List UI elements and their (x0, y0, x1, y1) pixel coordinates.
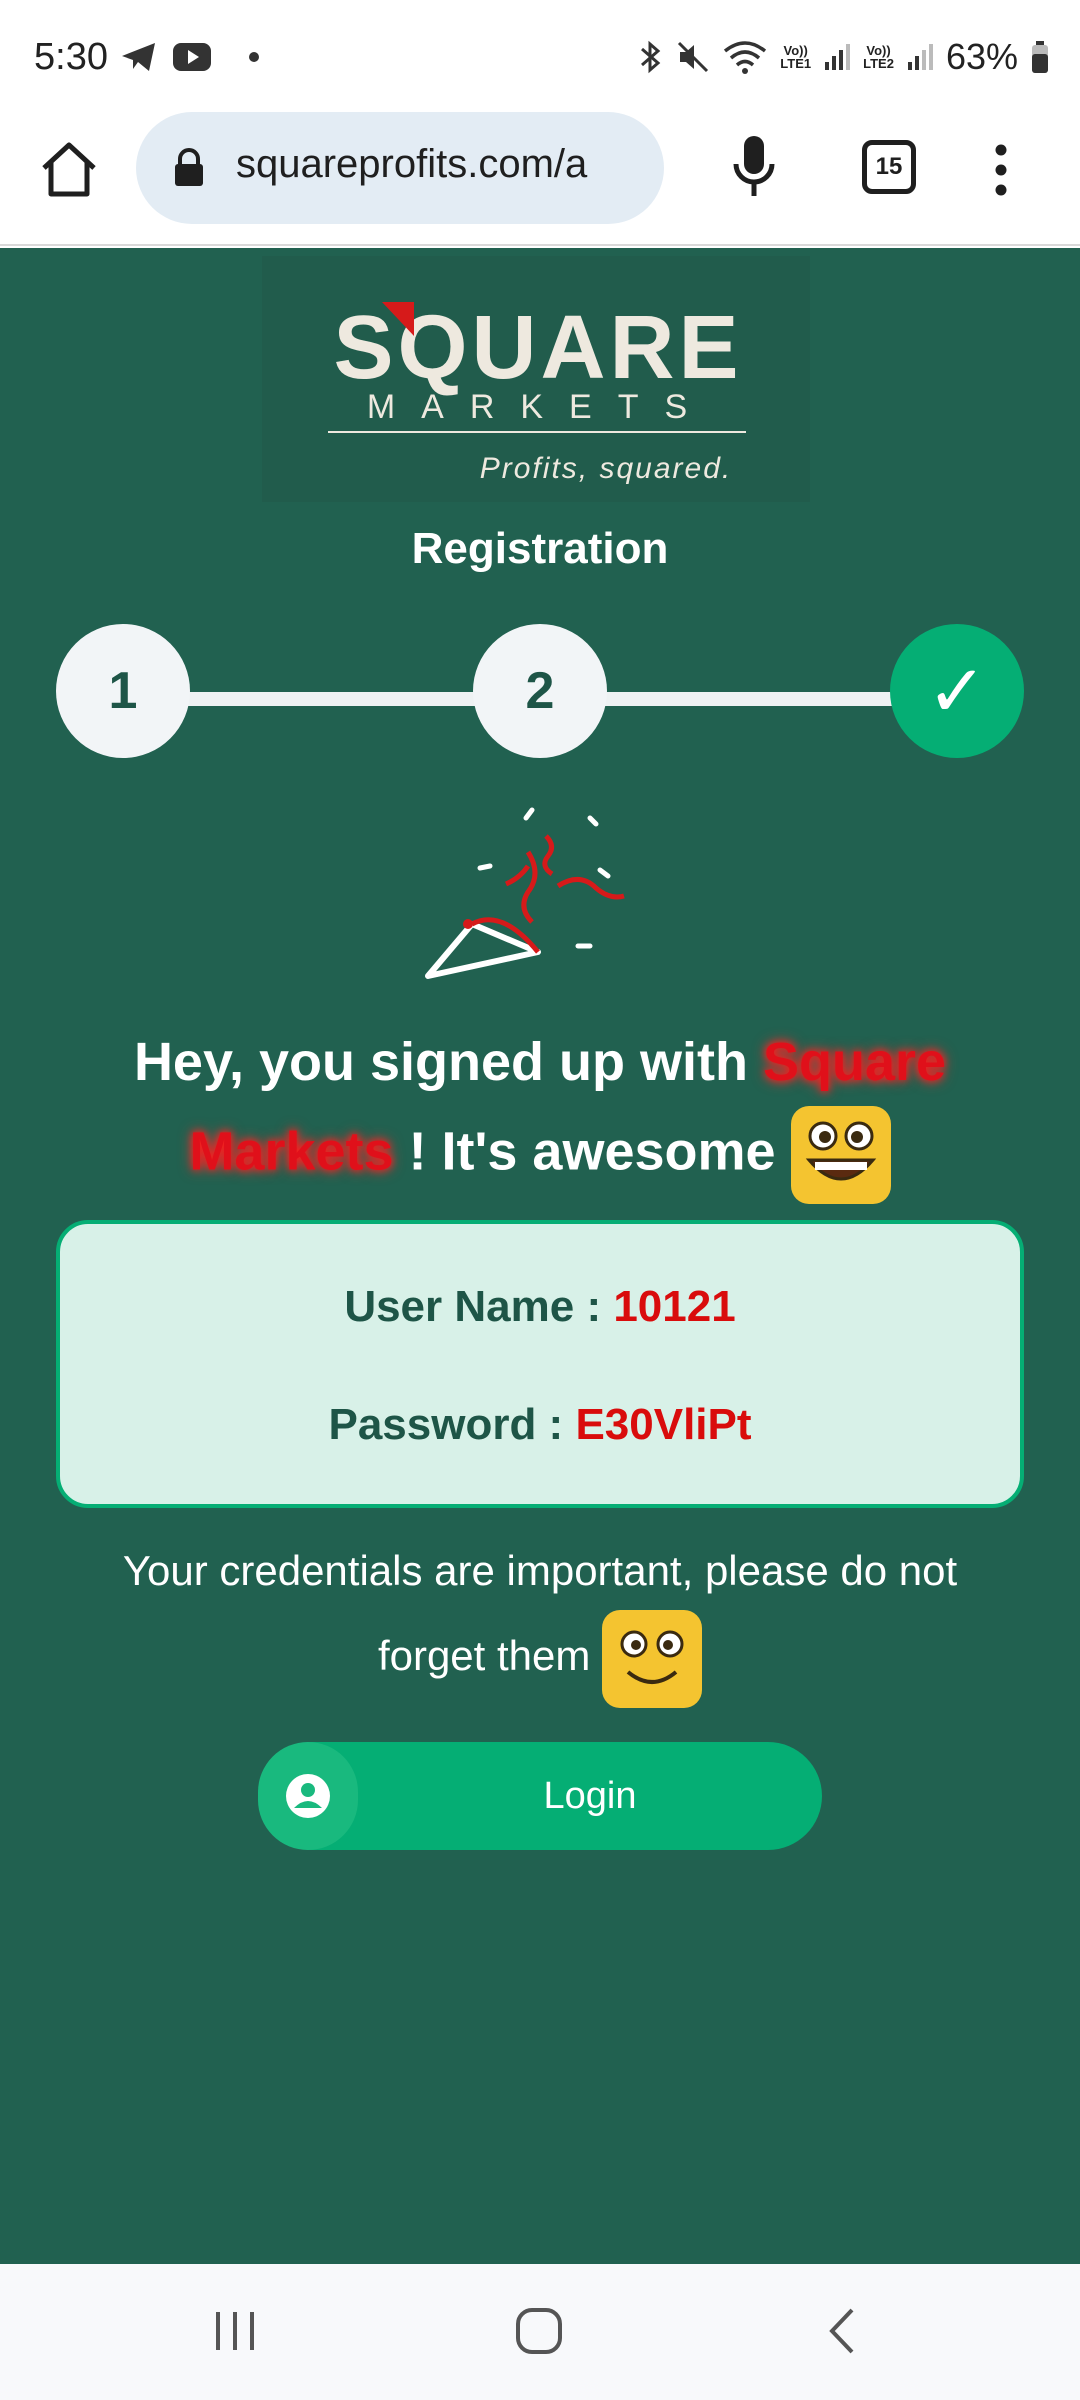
page-title: Registration (411, 524, 669, 573)
brand-word-markets: Markets (189, 1121, 394, 1182)
login-label: Login (543, 1775, 637, 1817)
smiling-face-icon (790, 1106, 891, 1204)
battery-percent: 63% (945, 36, 1018, 77)
registration-page: SQUARE MARKETS Profits, squared. Registr… (0, 248, 1080, 2264)
signal-1-icon (825, 44, 851, 70)
checkmark-icon: ✓ (926, 652, 988, 732)
step-3-complete: ✓ (890, 624, 1024, 758)
step-2-label: 2 (525, 662, 555, 720)
sim2-lte: LTE2 (863, 56, 894, 71)
tab-switcher-button[interactable]: 15 (862, 140, 916, 194)
credentials-note: Your credentials are important, please d… (90, 1532, 990, 1708)
sim2-indicator: Vo)) LTE2 (863, 44, 894, 70)
logo-graphic: SQUARE MARKETS Profits, squared. (328, 298, 746, 485)
step-2: 2 (473, 624, 607, 758)
home-nav-icon[interactable] (514, 2306, 564, 2356)
credentials-card: User Name : 10121 Password : E30VliPt (56, 1220, 1024, 1508)
party-popper-icon (425, 807, 625, 979)
address-bar[interactable]: squareprofits.com/a (136, 112, 664, 224)
password-row: Password : E30VliPt (60, 1400, 1020, 1450)
logo-sub-text: MARKETS (367, 388, 713, 426)
system-navigation-bar (0, 2264, 1080, 2400)
status-time: 5:30 (34, 36, 108, 78)
tab-count: 15 (875, 153, 903, 180)
brand-word-square: Square (762, 1032, 947, 1092)
success-message-end: ! It's awesome (393, 1121, 791, 1182)
step-1-label: 1 (108, 662, 138, 720)
sim1-indicator: Vo)) LTE1 (780, 44, 811, 70)
username-row: User Name : 10121 (60, 1282, 1020, 1332)
back-icon[interactable] (822, 2306, 862, 2356)
password-value: E30VliPt (575, 1400, 752, 1449)
user-icon (286, 1774, 330, 1818)
password-label: Password : (328, 1400, 576, 1449)
recent-apps-icon[interactable] (210, 2308, 260, 2354)
login-button[interactable]: Login (258, 1742, 822, 1850)
login-icon-container (258, 1742, 358, 1850)
status-right: Vo)) LTE1 Vo)) LTE2 63% (638, 36, 1050, 78)
mute-icon (678, 41, 709, 73)
more-menu-icon[interactable] (986, 142, 1016, 198)
success-message: Hey, you signed up with Square Markets ! … (100, 1018, 980, 1204)
wifi-icon (724, 41, 767, 74)
username-label: User Name : (344, 1282, 614, 1331)
home-icon[interactable] (38, 138, 100, 200)
youtube-icon (173, 43, 211, 71)
smiling-face-icon-small (602, 1610, 703, 1708)
battery-icon (1032, 41, 1048, 73)
dot-icon (249, 52, 259, 62)
username-value: 10121 (613, 1282, 736, 1331)
status-left-icons (120, 40, 266, 74)
signal-2-icon (907, 44, 933, 70)
microphone-icon[interactable] (728, 132, 780, 202)
browser-toolbar: squareprofits.com/a 15 (0, 100, 1080, 246)
bluetooth-icon (641, 40, 661, 74)
telegram-icon (122, 43, 155, 71)
square-markets-logo: SQUARE MARKETS Profits, squared. (262, 256, 810, 502)
sim1-lte: LTE1 (780, 56, 812, 71)
logo-tagline: Profits, squared. (480, 452, 732, 485)
step-1: 1 (56, 624, 190, 758)
credentials-note-text: Your credentials are important, please d… (122, 1547, 958, 1680)
url-text[interactable]: squareprofits.com/a (236, 142, 646, 194)
lock-icon (175, 148, 203, 186)
status-bar: 5:30 Vo)) LTE1 Vo)) LTE2 63% (0, 0, 1080, 100)
success-message-start: Hey, you signed up with (133, 1032, 763, 1092)
